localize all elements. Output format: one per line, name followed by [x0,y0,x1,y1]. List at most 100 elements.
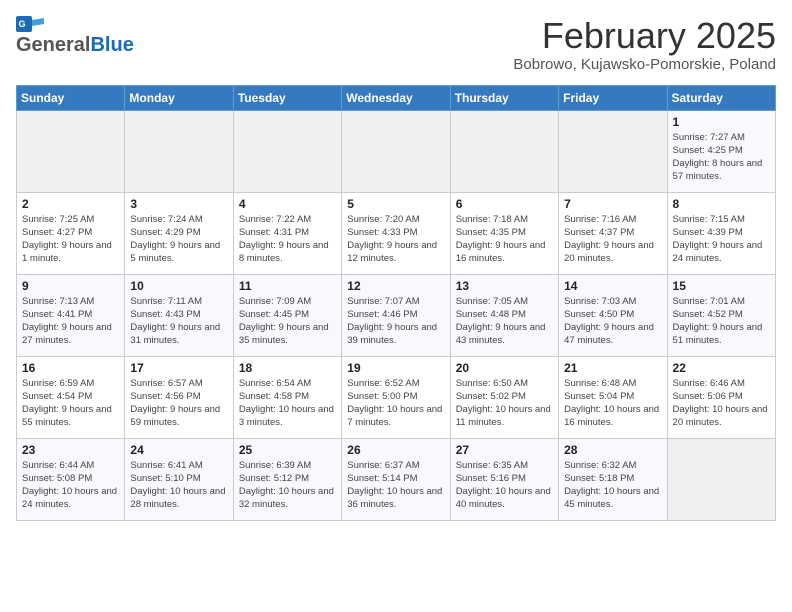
day-number: 20 [456,361,553,375]
day-info: Sunrise: 6:59 AM Sunset: 4:54 PM Dayligh… [22,377,119,430]
day-cell: 20 Sunrise: 6:50 AM Sunset: 5:02 PM Dayli… [450,356,558,438]
calendar-body: 1 Sunrise: 7:27 AM Sunset: 4:25 PM Daylig… [17,110,776,520]
day-cell [125,110,233,192]
logo-icon: G [16,16,44,32]
day-number: 2 [22,197,119,211]
weekday-header-row: SundayMondayTuesdayWednesdayThursdayFrid… [17,85,776,110]
day-number: 10 [130,279,227,293]
day-number: 3 [130,197,227,211]
day-number: 28 [564,443,661,457]
day-info: Sunrise: 7:01 AM Sunset: 4:52 PM Dayligh… [673,295,770,348]
day-number: 21 [564,361,661,375]
day-cell: 8Sunrise: 7:15 AM Sunset: 4:39 PM Daylig… [667,192,775,274]
day-info: Sunrise: 6:46 AM Sunset: 5:06 PM Dayligh… [673,377,770,430]
calendar-title: February 2025 [513,16,776,56]
day-cell: 11 Sunrise: 7:09 AM Sunset: 4:45 PM Dayli… [233,274,341,356]
day-info: Sunrise: 6:57 AM Sunset: 4:56 PM Dayligh… [130,377,227,430]
day-cell [667,438,775,520]
day-info: Sunrise: 7:20 AM Sunset: 4:33 PM Dayligh… [347,213,444,266]
day-number: 1 [673,115,770,129]
day-info: Sunrise: 6:32 AM Sunset: 5:18 PM Dayligh… [564,459,661,512]
weekday-tuesday: Tuesday [233,85,341,110]
day-cell: 24 Sunrise: 6:41 AM Sunset: 5:10 PM Dayli… [125,438,233,520]
day-cell: 18Sunrise: 6:54 AM Sunset: 4:58 PM Dayli… [233,356,341,438]
day-info: Sunrise: 6:48 AM Sunset: 5:04 PM Dayligh… [564,377,661,430]
day-number: 23 [22,443,119,457]
day-info: Sunrise: 7:07 AM Sunset: 4:46 PM Dayligh… [347,295,444,348]
svg-text:G: G [19,19,26,29]
day-number: 9 [22,279,119,293]
day-cell [233,110,341,192]
calendar-subtitle: Bobrowo, Kujawsko-Pomorskie, Poland [513,56,776,73]
day-info: Sunrise: 6:41 AM Sunset: 5:10 PM Dayligh… [130,459,227,512]
day-info: Sunrise: 7:09 AM Sunset: 4:45 PM Dayligh… [239,295,336,348]
day-number: 6 [456,197,553,211]
day-cell: 23 Sunrise: 6:44 AM Sunset: 5:08 PM Dayli… [17,438,125,520]
day-number: 14 [564,279,661,293]
day-info: Sunrise: 6:35 AM Sunset: 5:16 PM Dayligh… [456,459,553,512]
title-area: February 2025 Bobrowo, Kujawsko-Pomorski… [513,16,776,73]
day-cell: 27 Sunrise: 6:35 AM Sunset: 5:16 PM Dayli… [450,438,558,520]
week-row-1: 1 Sunrise: 7:27 AM Sunset: 4:25 PM Daylig… [17,110,776,192]
weekday-friday: Friday [559,85,667,110]
day-number: 15 [673,279,770,293]
day-cell: 6Sunrise: 7:18 AM Sunset: 4:35 PM Daylig… [450,192,558,274]
day-info: Sunrise: 7:27 AM Sunset: 4:25 PM Dayligh… [673,131,770,184]
day-cell: 16Sunrise: 6:59 AM Sunset: 4:54 PM Dayli… [17,356,125,438]
day-info: Sunrise: 6:52 AM Sunset: 5:00 PM Dayligh… [347,377,444,430]
day-cell: 21 Sunrise: 6:48 AM Sunset: 5:04 PM Dayli… [559,356,667,438]
day-number: 24 [130,443,227,457]
day-number: 7 [564,197,661,211]
day-cell: 15 Sunrise: 7:01 AM Sunset: 4:52 PM Dayli… [667,274,775,356]
day-info: Sunrise: 7:05 AM Sunset: 4:48 PM Dayligh… [456,295,553,348]
day-cell: 3 Sunrise: 7:24 AM Sunset: 4:29 PM Daylig… [125,192,233,274]
day-cell: 25 Sunrise: 6:39 AM Sunset: 5:12 PM Dayli… [233,438,341,520]
day-cell [17,110,125,192]
day-cell: 7 Sunrise: 7:16 AM Sunset: 4:37 PM Daylig… [559,192,667,274]
day-number: 25 [239,443,336,457]
day-info: Sunrise: 6:50 AM Sunset: 5:02 PM Dayligh… [456,377,553,430]
day-info: Sunrise: 6:39 AM Sunset: 5:12 PM Dayligh… [239,459,336,512]
day-cell [342,110,450,192]
weekday-saturday: Saturday [667,85,775,110]
day-cell: 4Sunrise: 7:22 AM Sunset: 4:31 PM Daylig… [233,192,341,274]
day-number: 27 [456,443,553,457]
day-info: Sunrise: 7:16 AM Sunset: 4:37 PM Dayligh… [564,213,661,266]
day-number: 12 [347,279,444,293]
day-info: Sunrise: 7:24 AM Sunset: 4:29 PM Dayligh… [130,213,227,266]
day-cell: 12 Sunrise: 7:07 AM Sunset: 4:46 PM Dayli… [342,274,450,356]
day-info: Sunrise: 7:22 AM Sunset: 4:31 PM Dayligh… [239,213,336,266]
day-info: Sunrise: 7:15 AM Sunset: 4:39 PM Dayligh… [673,213,770,266]
page-header: G General Blue February 2025 Bobrowo, Ku… [16,16,776,73]
day-info: Sunrise: 6:44 AM Sunset: 5:08 PM Dayligh… [22,459,119,512]
logo-general: General [16,34,90,57]
weekday-monday: Monday [125,85,233,110]
day-cell: 1 Sunrise: 7:27 AM Sunset: 4:25 PM Daylig… [667,110,775,192]
week-row-4: 16Sunrise: 6:59 AM Sunset: 4:54 PM Dayli… [17,356,776,438]
day-cell: 13Sunrise: 7:05 AM Sunset: 4:48 PM Dayli… [450,274,558,356]
day-cell: 28 Sunrise: 6:32 AM Sunset: 5:18 PM Dayli… [559,438,667,520]
day-cell: 9 Sunrise: 7:13 AM Sunset: 4:41 PM Daylig… [17,274,125,356]
week-row-2: 2 Sunrise: 7:25 AM Sunset: 4:27 PM Daylig… [17,192,776,274]
week-row-3: 9 Sunrise: 7:13 AM Sunset: 4:41 PM Daylig… [17,274,776,356]
logo-blue: Blue [90,34,133,57]
day-number: 11 [239,279,336,293]
calendar-table: SundayMondayTuesdayWednesdayThursdayFrid… [16,85,776,521]
day-info: Sunrise: 6:37 AM Sunset: 5:14 PM Dayligh… [347,459,444,512]
day-info: Sunrise: 6:54 AM Sunset: 4:58 PM Dayligh… [239,377,336,430]
weekday-thursday: Thursday [450,85,558,110]
day-number: 5 [347,197,444,211]
day-cell: 17 Sunrise: 6:57 AM Sunset: 4:56 PM Dayli… [125,356,233,438]
day-info: Sunrise: 7:25 AM Sunset: 4:27 PM Dayligh… [22,213,119,266]
day-cell: 2 Sunrise: 7:25 AM Sunset: 4:27 PM Daylig… [17,192,125,274]
day-info: Sunrise: 7:03 AM Sunset: 4:50 PM Dayligh… [564,295,661,348]
day-info: Sunrise: 7:13 AM Sunset: 4:41 PM Dayligh… [22,295,119,348]
day-number: 17 [130,361,227,375]
day-number: 19 [347,361,444,375]
day-cell [559,110,667,192]
day-number: 22 [673,361,770,375]
day-info: Sunrise: 7:11 AM Sunset: 4:43 PM Dayligh… [130,295,227,348]
day-cell [450,110,558,192]
day-cell: 22 Sunrise: 6:46 AM Sunset: 5:06 PM Dayli… [667,356,775,438]
weekday-sunday: Sunday [17,85,125,110]
